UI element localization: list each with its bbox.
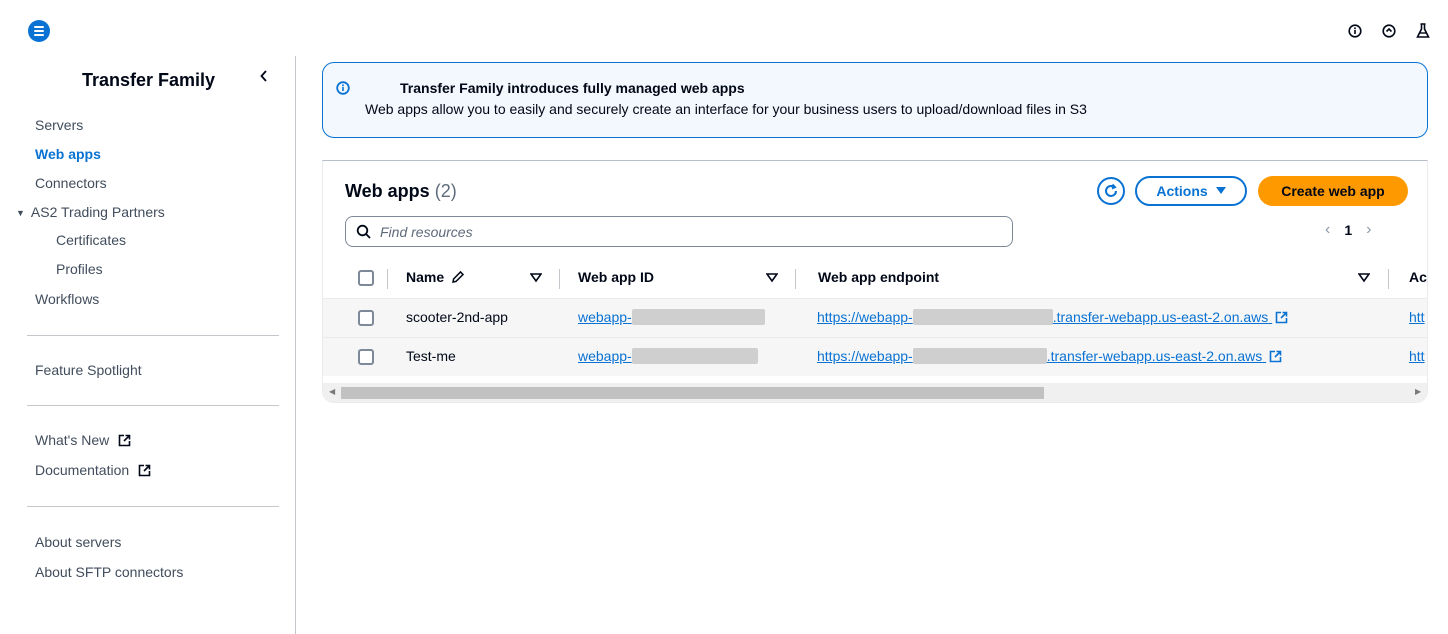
horizontal-scrollbar[interactable]: ◀ ▶: [323, 383, 1427, 402]
table-header: Name Web app ID Web app endpoint Ac: [323, 261, 1427, 297]
select-all-checkbox[interactable]: [358, 270, 374, 286]
column-header-web-app-endpoint[interactable]: Web app endpoint: [818, 269, 939, 285]
chevron-left-icon[interactable]: [258, 68, 274, 86]
labs-icon[interactable]: [1414, 22, 1432, 40]
flash-title: Transfer Family introduces fully managed…: [400, 80, 745, 96]
web-app-id-link[interactable]: webapp-: [578, 348, 758, 364]
link-text: https://webapp-: [817, 309, 913, 325]
sidebar-item-label: What's New: [35, 432, 110, 448]
create-web-app-button[interactable]: Create web app: [1258, 176, 1408, 206]
link-text: webapp-: [578, 309, 632, 325]
sidebar-title[interactable]: Transfer Family: [82, 70, 215, 91]
sidebar-group-as2-trading-partners[interactable]: ▼ AS2 Trading Partners: [16, 204, 165, 220]
external-link-icon: [118, 434, 131, 450]
table-title-text: Web apps: [345, 181, 430, 201]
sidebar-group-label: AS2 Trading Partners: [30, 204, 165, 220]
sidebar-item-about-servers[interactable]: About servers: [35, 534, 121, 550]
table-count: (2): [434, 181, 457, 201]
access-endpoint-link[interactable]: htt: [1409, 348, 1425, 364]
pagination: ‹ 1 ›: [1325, 221, 1371, 239]
row-checkbox[interactable]: [358, 310, 374, 326]
link-text: .transfer-webapp.us-east-2.on.aws: [1046, 348, 1263, 364]
divider: [27, 335, 279, 336]
sidebar-item-feature-spotlight[interactable]: Feature Spotlight: [35, 362, 142, 378]
flash-message: Web apps allow you to easily and securel…: [365, 101, 1087, 117]
redacted-value: [912, 309, 1053, 325]
divider: [27, 405, 279, 406]
cell-name: scooter-2nd-app: [406, 309, 508, 325]
column-separator: [559, 269, 560, 289]
table-row[interactable]: scooter-2nd-app webapp- https://webapp-.…: [323, 298, 1427, 337]
column-separator: [795, 269, 796, 289]
search-input[interactable]: [380, 222, 1000, 242]
info-flashbar: Transfer Family introduces fully managed…: [322, 62, 1428, 138]
sidebar-item-profiles[interactable]: Profiles: [56, 261, 103, 277]
row-checkbox[interactable]: [358, 349, 374, 365]
table-title: Web apps (2): [345, 181, 457, 202]
column-header-label: Name: [406, 269, 445, 285]
edit-icon: [452, 270, 465, 283]
sidebar-item-certificates[interactable]: Certificates: [56, 232, 126, 248]
sidebar-item-label: Documentation: [35, 462, 130, 478]
table-row[interactable]: Test-me webapp- https://webapp- .transfer…: [323, 337, 1427, 376]
cell-name: Test-me: [406, 348, 456, 364]
sidebar-item-web-apps[interactable]: Web apps: [35, 146, 101, 162]
refresh-icon: [1105, 183, 1117, 197]
external-link-icon: [1269, 350, 1282, 363]
redacted-value: [631, 309, 765, 325]
sort-caret-down-icon[interactable]: [530, 271, 542, 283]
top-right-icons: [1346, 22, 1432, 40]
external-link-icon: [1275, 311, 1288, 324]
sidebar-item-about-sftp-connectors[interactable]: About SFTP connectors: [35, 564, 183, 580]
link-text: webapp-: [578, 348, 632, 364]
info-icon: [336, 81, 352, 97]
refresh-button[interactable]: [1097, 177, 1125, 205]
page-number[interactable]: 1: [1344, 222, 1352, 238]
sidebar: Transfer Family Servers Web apps Connect…: [0, 56, 296, 634]
actions-dropdown-button[interactable]: Actions: [1135, 176, 1247, 206]
scrollbar-thumb[interactable]: [341, 387, 1044, 399]
web-app-endpoint-link[interactable]: https://webapp- .transfer-webapp.us-east-…: [817, 348, 1282, 364]
chevron-right-icon[interactable]: ›: [1366, 221, 1371, 239]
notification-icon[interactable]: [1380, 22, 1398, 40]
web-app-id-link[interactable]: webapp-: [578, 309, 765, 325]
access-endpoint-link[interactable]: htt: [1409, 309, 1425, 325]
caret-down-icon: ▼: [16, 208, 25, 218]
actions-label: Actions: [1156, 183, 1208, 199]
info-icon[interactable]: [1346, 22, 1364, 40]
redacted-value: [912, 348, 1047, 364]
sidebar-item-documentation[interactable]: Documentation: [35, 462, 151, 480]
column-separator: [1388, 269, 1389, 289]
column-header-web-app-id[interactable]: Web app ID: [578, 269, 654, 285]
sort-caret-down-icon[interactable]: [1358, 271, 1370, 283]
column-header-name[interactable]: Name: [406, 269, 465, 285]
menu-icon[interactable]: [28, 20, 50, 42]
sort-caret-down-icon[interactable]: [766, 271, 778, 283]
sidebar-item-whats-new[interactable]: What's New: [35, 432, 131, 450]
caret-down-icon: [1215, 187, 1226, 194]
search-field: [345, 216, 1013, 247]
column-separator: [387, 269, 388, 289]
scroll-left-arrow-icon[interactable]: ◀: [329, 387, 335, 396]
link-text: .transfer-webapp.us-east-2.on.aws: [1052, 309, 1269, 325]
search-icon: [356, 224, 371, 239]
sidebar-item-connectors[interactable]: Connectors: [35, 175, 107, 191]
web-app-endpoint-link[interactable]: https://webapp- .transfer-webapp.us-east-…: [817, 309, 1288, 325]
redacted-value: [631, 348, 758, 364]
column-header-access[interactable]: Ac: [1409, 269, 1427, 285]
scroll-right-arrow-icon[interactable]: ▶: [1415, 387, 1421, 396]
sidebar-item-workflows[interactable]: Workflows: [35, 291, 99, 307]
divider: [27, 506, 279, 507]
web-apps-table-container: Web apps (2) Actions Create web app ‹ 1 …: [322, 160, 1428, 403]
sidebar-item-servers[interactable]: Servers: [35, 117, 83, 133]
top-bar: [0, 0, 1448, 48]
chevron-left-icon[interactable]: ‹: [1325, 221, 1330, 239]
link-text: https://webapp-: [817, 348, 913, 364]
external-link-icon: [138, 464, 151, 480]
